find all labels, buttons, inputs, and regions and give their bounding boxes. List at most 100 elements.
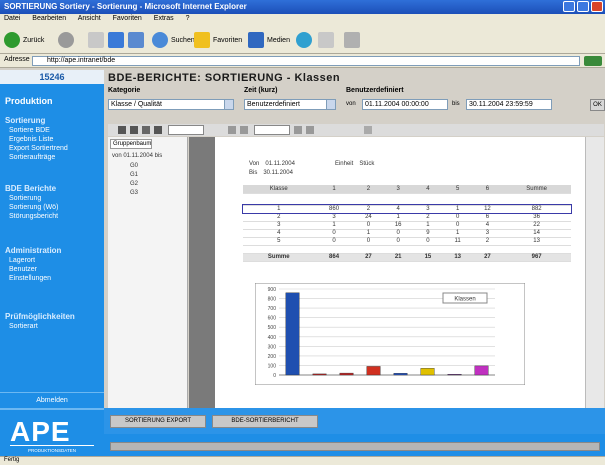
sidebar-item-sortiere-bde[interactable]: Sortiere BDE <box>9 127 50 134</box>
tree-root[interactable]: von 01.11.2004 bis <box>112 153 162 159</box>
address-input[interactable]: http://ape.intranet/bde <box>32 56 580 66</box>
group-tree-panel <box>108 137 188 408</box>
sidebar-item-stoerungsbericht[interactable]: Störungsbericht <box>9 213 58 220</box>
to-date-input[interactable]: 30.11.2004 23:59:59 <box>466 99 552 110</box>
sidebar-item-lagerort[interactable]: Lagerort <box>9 257 35 264</box>
chart-y-tick-label: 100 <box>268 363 277 369</box>
go-button[interactable] <box>584 56 602 66</box>
logout-button[interactable]: Abmelden <box>0 392 104 408</box>
table-cell: 1 <box>243 205 315 214</box>
table-row[interactable]: 4 0 1 0 9 1 3 14 <box>243 229 571 238</box>
forward-arrow-icon <box>58 32 74 48</box>
first-page-icon[interactable] <box>228 126 236 134</box>
report-vertical-scrollbar[interactable] <box>585 137 604 408</box>
sidebar-item-benutzer[interactable]: Benutzer <box>9 266 37 273</box>
menu-item-file[interactable]: Datei <box>4 15 20 22</box>
sidebar-item-sortierung[interactable]: Sortierung <box>9 195 41 202</box>
apply-button[interactable]: OK <box>590 99 605 111</box>
category-select[interactable]: Klasse / Qualität <box>108 99 234 110</box>
menu-item-edit[interactable]: Bearbeiten <box>32 15 66 22</box>
report-info-line-2: Bis 30.11.2004 <box>249 170 293 176</box>
zoom-select[interactable] <box>168 125 204 135</box>
tree-node[interactable]: G2 <box>130 181 138 187</box>
chart-bar-5 <box>393 373 408 376</box>
table-row[interactable]: 5 0 0 0 0 11 2 13 <box>243 237 571 246</box>
table-header-row: Klasse 1 2 3 4 5 6 Summe <box>243 185 571 194</box>
bde-sortierbericht-button[interactable]: BDE-SORTIERBERICHT <box>212 415 318 428</box>
report-info-line-1: Von 01.11.2004 Einheit Stück <box>249 161 374 167</box>
menu-item-help[interactable]: ? <box>186 15 190 22</box>
horizontal-scrollbar[interactable] <box>110 442 600 451</box>
next-page-icon[interactable] <box>294 126 302 134</box>
tree-node[interactable]: G1 <box>130 172 138 178</box>
table-cell: 27 <box>353 253 384 262</box>
mail-icon <box>318 32 334 48</box>
tree-node[interactable]: G3 <box>130 190 138 196</box>
table-cell: Summe <box>243 253 315 262</box>
table-row[interactable]: 1 860 2 4 3 1 12 882 <box>242 204 572 214</box>
menu-item-favorites[interactable]: Favoriten <box>113 15 142 22</box>
tree-node[interactable]: G0 <box>130 163 138 169</box>
maximize-icon[interactable] <box>577 1 589 12</box>
tree-toggle-icon[interactable] <box>154 126 162 134</box>
page-number-input[interactable] <box>254 125 290 135</box>
sidebar-item-einstellungen[interactable]: Einstellungen <box>9 275 51 282</box>
last-page-icon[interactable] <box>306 126 314 134</box>
table-cell: 21 <box>383 253 414 262</box>
export-icon[interactable] <box>118 126 126 134</box>
table-cell: 5 <box>243 237 315 246</box>
user-id: 15246 <box>0 70 104 84</box>
prev-page-icon[interactable] <box>240 126 248 134</box>
search-report-icon[interactable] <box>364 126 372 134</box>
media-button[interactable]: Medien <box>248 31 290 49</box>
forward-button[interactable] <box>58 31 77 49</box>
back-button[interactable]: Zurück <box>4 31 44 49</box>
chart-bar-8 <box>474 365 489 376</box>
table-row[interactable]: 3 1 0 16 1 0 4 22 <box>243 221 571 230</box>
table-cell: 3 <box>472 229 503 238</box>
sidebar-item-sortierung-woche[interactable]: Sortierung (Wö) <box>9 204 58 211</box>
report-page: Von 01.11.2004 Einheit Stück Bis 30.11.2… <box>215 137 585 408</box>
table-cell: 14 <box>502 229 571 238</box>
table-cell: 13 <box>442 253 473 262</box>
home-button[interactable] <box>128 31 147 49</box>
info-value: Stück <box>359 161 375 167</box>
from-date-input[interactable]: 01.11.2004 00:00:00 <box>362 99 448 110</box>
table-cell: 0 <box>383 237 414 246</box>
sidebar-item-sortierart[interactable]: Sortierart <box>9 323 38 330</box>
group-tree-tab[interactable]: Gruppenbaum <box>110 139 152 149</box>
menu-item-tools[interactable]: Extras <box>154 15 174 22</box>
table-cell: 860 <box>314 205 354 214</box>
sortierung-export-button[interactable]: SORTIERUNG EXPORT <box>110 415 206 428</box>
table-row[interactable]: 2 3 24 1 2 0 6 36 <box>243 213 571 222</box>
table-cell: 11 <box>442 237 473 246</box>
chart-y-tick-label: 900 <box>268 287 277 293</box>
time-select[interactable]: Benutzerdefiniert <box>244 99 336 110</box>
history-button[interactable] <box>296 31 315 49</box>
status-bar: Fertig <box>0 456 605 465</box>
sidebar-item-ergebnis-liste[interactable]: Ergebnis Liste <box>9 136 53 143</box>
menu-item-view[interactable]: Ansicht <box>78 15 101 22</box>
close-icon[interactable] <box>591 1 603 12</box>
favorites-button[interactable]: Favoriten <box>194 31 242 49</box>
stop-button[interactable] <box>88 31 107 49</box>
sidebar-item-export[interactable]: Export Sortiertrend <box>9 145 68 152</box>
table-cell: 2 <box>413 213 443 222</box>
address-label: Adresse <box>4 56 30 63</box>
table-header-cell: 2 <box>353 185 384 194</box>
report-table: Klasse 1 2 3 4 5 6 Summe 1 860 2 4 3 1 1… <box>242 185 572 262</box>
back-arrow-icon <box>4 32 20 48</box>
print-button[interactable] <box>344 31 363 49</box>
table-header-cell: 3 <box>383 185 414 194</box>
mail-button[interactable] <box>318 31 337 49</box>
table-cell: 0 <box>413 237 443 246</box>
table-cell: 864 <box>314 253 354 262</box>
table-cell: 36 <box>502 213 571 222</box>
refresh-button[interactable] <box>108 31 127 49</box>
minimize-icon[interactable] <box>563 1 575 12</box>
search-button[interactable]: Suchen <box>152 31 195 49</box>
sidebar-item-auftraege[interactable]: Sortieraufträge <box>9 154 55 161</box>
refresh-report-icon[interactable] <box>142 126 150 134</box>
sidebar-heading-pruef: Prüfmöglichkeiten <box>5 312 75 321</box>
print-report-icon[interactable] <box>130 126 138 134</box>
